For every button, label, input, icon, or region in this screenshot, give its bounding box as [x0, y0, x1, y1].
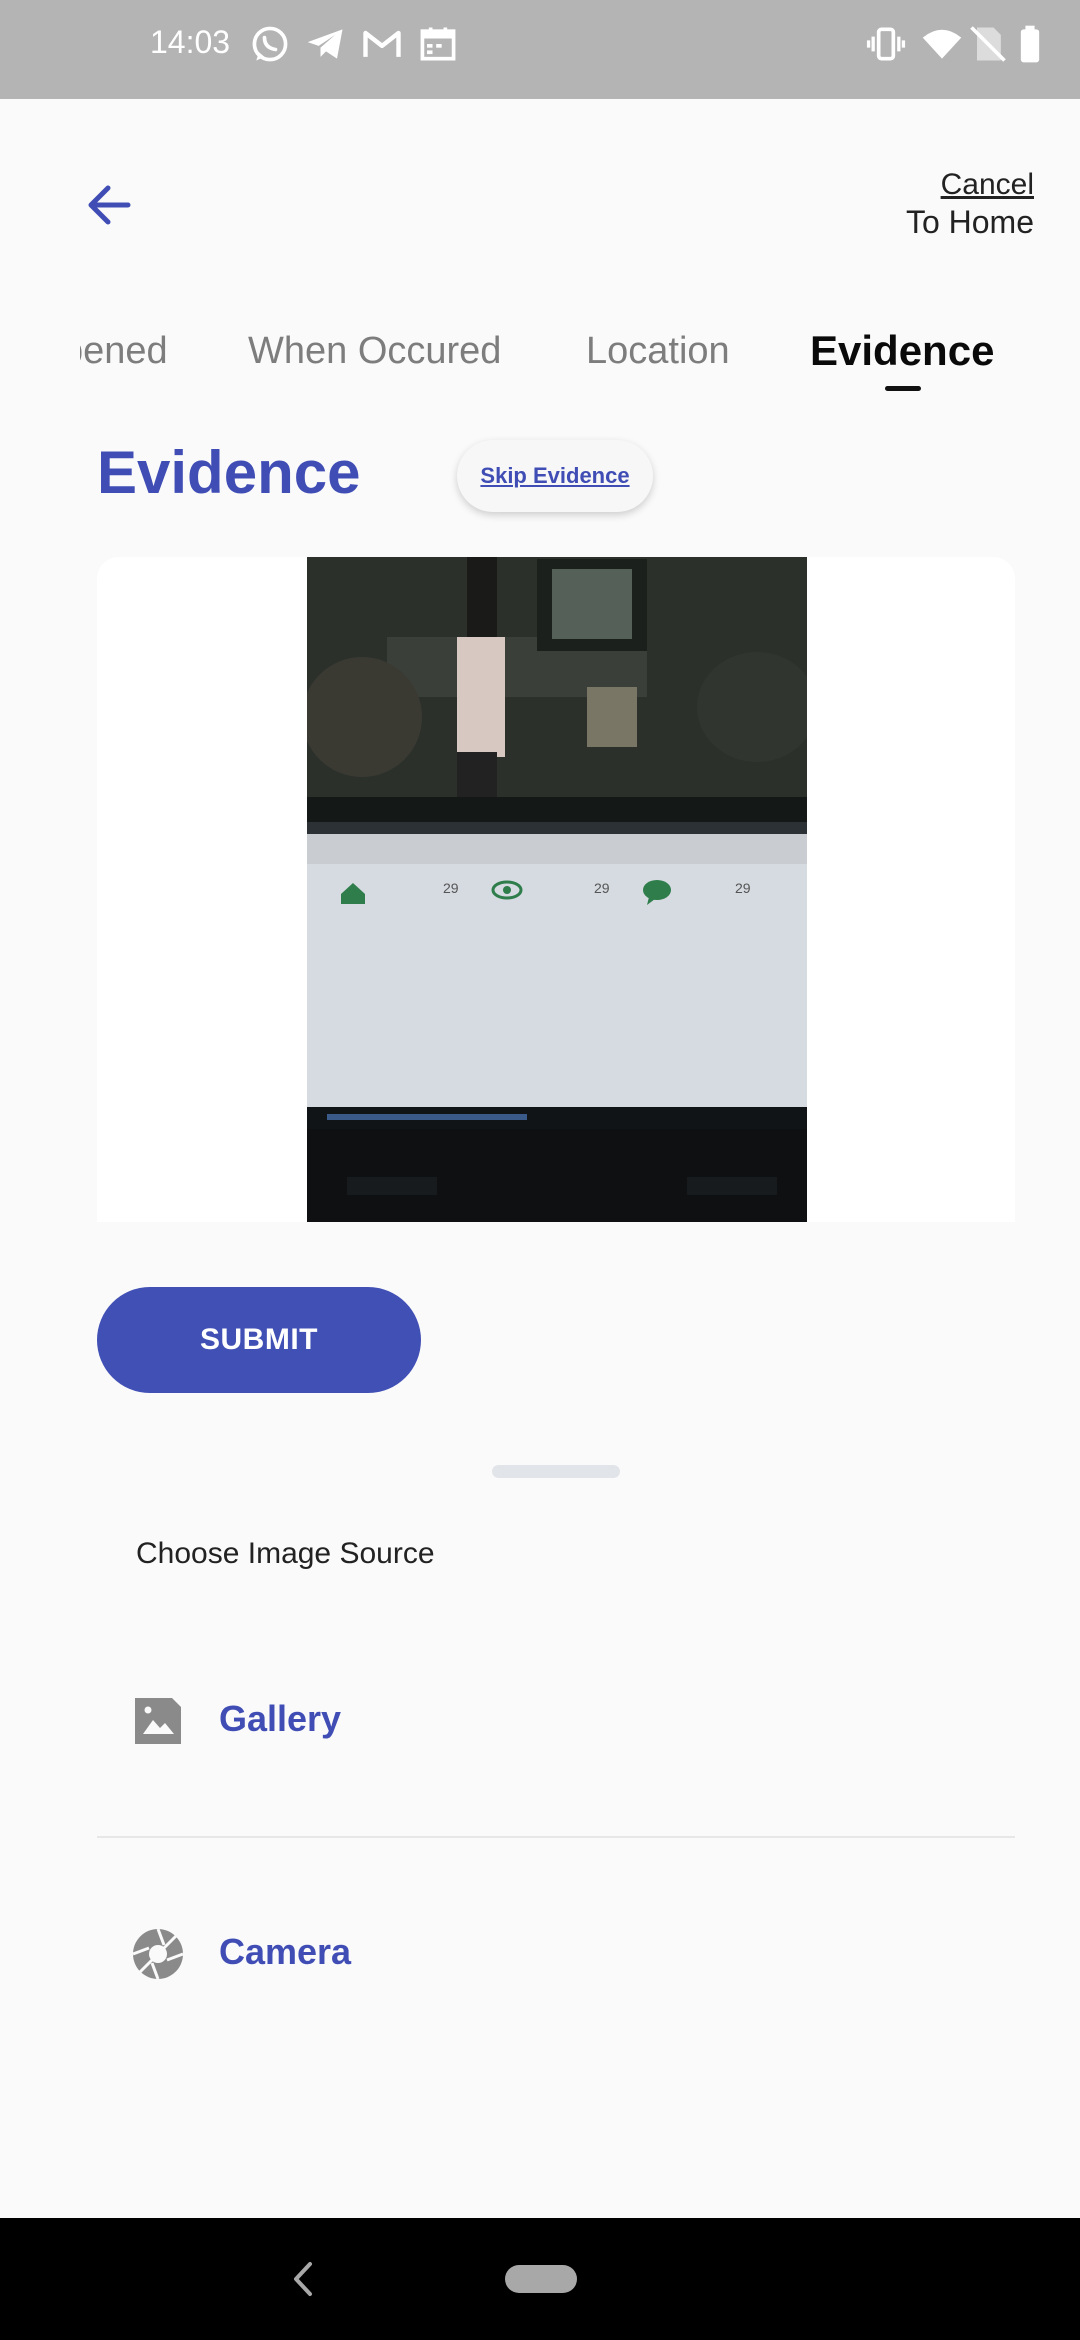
cancel-link[interactable]: Cancel — [941, 168, 1034, 202]
telegram-icon — [304, 22, 348, 66]
option-divider — [97, 1836, 1015, 1838]
tab-evidence[interactable]: Evidence — [810, 327, 994, 375]
nav-home-pill[interactable] — [505, 2265, 577, 2293]
battery-icon — [1008, 22, 1052, 66]
back-button[interactable] — [74, 170, 144, 240]
nav-back-button[interactable] — [282, 2252, 322, 2306]
camera-option[interactable]: Camera — [97, 1879, 1015, 2029]
calendar-icon — [416, 22, 460, 66]
camera-icon — [131, 1927, 185, 1981]
skip-evidence-button[interactable]: Skip Evidence — [457, 440, 653, 512]
to-home-label[interactable]: To Home — [906, 204, 1034, 241]
system-nav-bar — [0, 2218, 1080, 2340]
vibrate-icon — [864, 22, 908, 66]
tab-when-occured[interactable]: When Occured — [248, 330, 501, 373]
evidence-title: Evidence — [97, 439, 361, 506]
tab-location[interactable]: Location — [586, 330, 730, 373]
gallery-icon — [131, 1694, 185, 1748]
whatsapp-icon — [248, 22, 292, 66]
photo-stat-1: 29 — [443, 880, 459, 896]
arrow-left-icon — [88, 185, 131, 225]
gallery-option[interactable]: Gallery — [97, 1646, 1015, 1796]
gallery-label: Gallery — [219, 1698, 342, 1739]
gmail-icon — [360, 22, 404, 66]
bottom-sheet-drag-handle[interactable] — [492, 1465, 620, 1478]
evidence-image-card: 29 29 29 — [97, 557, 1015, 1222]
chevron-left-icon — [294, 2262, 312, 2296]
image-source-title: Choose Image Source — [136, 1537, 435, 1570]
tab-what-happened[interactable]: pened — [80, 330, 168, 373]
evidence-photo[interactable]: 29 29 29 — [307, 557, 807, 1222]
status-bar: 14:03 — [0, 0, 1080, 99]
photo-stat-2: 29 — [594, 880, 610, 896]
submit-button[interactable]: SUBMIT — [97, 1287, 421, 1393]
photo-stat-3: 29 — [735, 880, 751, 896]
active-tab-indicator — [885, 386, 921, 391]
status-time: 14:03 — [150, 24, 231, 60]
no-sim-icon — [966, 22, 1010, 66]
step-tabs: pened When Occured Location Evidence — [80, 320, 1000, 400]
wifi-icon — [920, 22, 964, 66]
camera-label: Camera — [219, 1931, 352, 1972]
